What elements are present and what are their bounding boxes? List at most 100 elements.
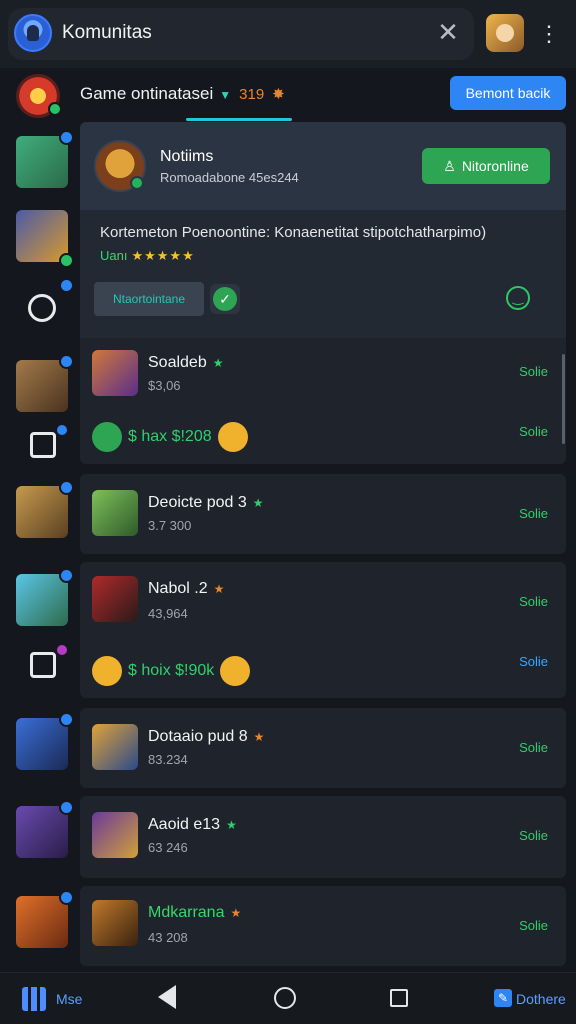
rail-game-thumb[interactable] bbox=[16, 354, 74, 412]
rail-game-thumb[interactable] bbox=[16, 480, 74, 538]
notice-title: Notiims bbox=[160, 148, 214, 165]
reward-action[interactable]: Solie bbox=[519, 424, 548, 439]
rail-game-thumb[interactable] bbox=[16, 568, 74, 626]
star-icon: ★ bbox=[253, 730, 265, 744]
list-item[interactable]: Mdkarrana ★ 43 208 Solie bbox=[80, 886, 566, 966]
nav-left-label[interactable]: Mse bbox=[56, 991, 82, 1007]
item-thumbnail bbox=[92, 350, 138, 396]
notification-dot-icon bbox=[57, 425, 67, 435]
item-name-row: Nabol .2 ★ bbox=[148, 580, 224, 598]
online-badge-icon bbox=[59, 253, 74, 268]
item-action[interactable]: Solie bbox=[519, 740, 548, 755]
star-icon: ★ bbox=[252, 496, 264, 510]
item-name-row: Dotaaio pud 8 ★ bbox=[148, 728, 264, 746]
rail-glyph-icon[interactable] bbox=[30, 425, 67, 458]
more-menu-icon[interactable]: ⋮ bbox=[538, 20, 560, 48]
verified-badge-icon bbox=[59, 278, 74, 293]
item-name: Mdkarrana bbox=[148, 904, 225, 921]
item-value: 43,964 bbox=[148, 606, 188, 621]
left-rail bbox=[0, 124, 78, 970]
game-icon[interactable] bbox=[16, 74, 62, 118]
game-title: Game ontinatasei bbox=[80, 84, 214, 103]
item-action[interactable]: Solie bbox=[519, 594, 548, 609]
verified-badge-icon bbox=[59, 890, 74, 905]
online-dot-icon bbox=[130, 176, 144, 190]
item-reward-row: $ hax $!208 bbox=[92, 422, 254, 452]
person-icon: ♙ bbox=[443, 158, 456, 174]
profile-avatar[interactable] bbox=[486, 14, 524, 52]
nav-right-label[interactable]: Dothere bbox=[516, 991, 566, 1007]
grid-icon[interactable] bbox=[22, 987, 46, 1011]
star-icon: ★ bbox=[213, 582, 225, 596]
item-name-row: Deoicte pod 3 ★ bbox=[148, 494, 264, 512]
rail-game-thumb[interactable] bbox=[16, 210, 74, 268]
primary-action-button[interactable]: Bemont bacik bbox=[450, 76, 566, 110]
logo-mark-icon bbox=[28, 294, 56, 322]
list-item[interactable]: Dotaaio pud 8 ★ 83.234 Solie bbox=[80, 708, 566, 788]
notice-description: Kortemeton Poenoontine: Konaenetitat sti… bbox=[100, 224, 487, 241]
item-thumbnail bbox=[92, 900, 138, 946]
top-app-bar: Komunitas ✕ ⋮ bbox=[0, 0, 576, 68]
list-item[interactable]: Nabol .2 ★ 43,964 Solie $ hoix $!90k Soli… bbox=[80, 562, 566, 698]
item-name: Soaldeb bbox=[148, 354, 207, 371]
rail-game-thumb[interactable] bbox=[16, 130, 74, 188]
notice-subtitle: Romoadabone 45es244 bbox=[160, 170, 299, 185]
fire-icon: ✸ bbox=[272, 86, 285, 103]
item-value: 43 208 bbox=[148, 930, 188, 945]
reward-action[interactable]: Solie bbox=[519, 654, 548, 669]
bottom-navigation: Mse ✎ Dothere bbox=[0, 972, 576, 1024]
verified-badge-icon bbox=[59, 480, 74, 495]
gold-coin-icon bbox=[220, 656, 251, 686]
item-thumbnail bbox=[92, 576, 138, 622]
rail-logo-thumb[interactable] bbox=[16, 278, 74, 336]
verified-badge-icon bbox=[59, 800, 74, 815]
notice-avatar[interactable] bbox=[94, 140, 146, 192]
item-action[interactable]: Solie bbox=[519, 506, 548, 521]
reward-text: $ hax $!208 bbox=[128, 428, 212, 446]
game-title-row[interactable]: Game ontinatasei ▼ 319 ✸ bbox=[80, 84, 285, 104]
notice-chip[interactable]: Ntaortointane bbox=[94, 282, 204, 316]
item-value: 3.7 300 bbox=[148, 518, 192, 533]
star-icon: ★ bbox=[226, 818, 237, 832]
rail-game-thumb[interactable] bbox=[16, 800, 74, 858]
dropdown-caret-icon[interactable]: ▼ bbox=[219, 88, 231, 102]
rail-game-thumb[interactable] bbox=[16, 712, 74, 770]
back-icon[interactable] bbox=[158, 985, 176, 1009]
star-icon: ★ bbox=[212, 356, 224, 370]
item-action[interactable]: Solie bbox=[519, 828, 548, 843]
item-value: 63 246 bbox=[148, 840, 188, 855]
verified-badge-icon bbox=[59, 568, 74, 583]
check-icon[interactable] bbox=[210, 284, 240, 314]
item-thumbnail bbox=[92, 724, 138, 770]
app-logo-icon[interactable] bbox=[14, 14, 52, 52]
item-name-row: Soaldeb ★ bbox=[148, 354, 223, 372]
item-action[interactable]: Solie bbox=[519, 918, 548, 933]
notice-action-button[interactable]: ♙ Nitoronline bbox=[422, 148, 550, 184]
item-reward-row: $ hoix $!90k bbox=[92, 656, 256, 686]
rail-game-thumb[interactable] bbox=[16, 890, 74, 948]
list-item[interactable]: Soaldeb ★ $3,06 Solie $ hax $!208 Solie bbox=[80, 338, 566, 464]
notification-dot-icon bbox=[57, 645, 67, 655]
active-tab-indicator bbox=[186, 118, 292, 121]
item-name-row: Mdkarrana ★ bbox=[148, 904, 241, 922]
rating-stars-icon: ★★★★★ bbox=[131, 248, 195, 263]
notice-rating: Uanı ★★★★★ bbox=[100, 248, 195, 264]
smile-icon[interactable]: ‿ bbox=[506, 286, 530, 310]
edit-icon[interactable]: ✎ bbox=[494, 989, 512, 1007]
notice-card: Notiims Romoadabone 45es244 ♙ Nitoronline… bbox=[80, 122, 566, 338]
gold-coin-icon bbox=[217, 422, 248, 452]
close-icon[interactable]: ✕ bbox=[434, 18, 462, 46]
item-value: $3,06 bbox=[148, 378, 181, 393]
scrollbar-thumb[interactable] bbox=[562, 354, 565, 444]
recents-icon[interactable] bbox=[390, 989, 408, 1007]
list-item[interactable]: Aaoid e13 ★ 63 246 Solie bbox=[80, 796, 566, 878]
item-action[interactable]: Solie bbox=[519, 364, 548, 379]
item-name: Aaoid e13 bbox=[148, 816, 221, 833]
rail-glyph-icon[interactable] bbox=[30, 645, 67, 678]
online-dot-icon bbox=[48, 102, 62, 116]
star-icon: ★ bbox=[230, 906, 242, 920]
home-icon[interactable] bbox=[274, 987, 296, 1009]
item-value: 83.234 bbox=[148, 752, 188, 767]
reward-text: $ hoix $!90k bbox=[128, 662, 215, 680]
list-item[interactable]: Deoicte pod 3 ★ 3.7 300 Solie bbox=[80, 474, 566, 554]
